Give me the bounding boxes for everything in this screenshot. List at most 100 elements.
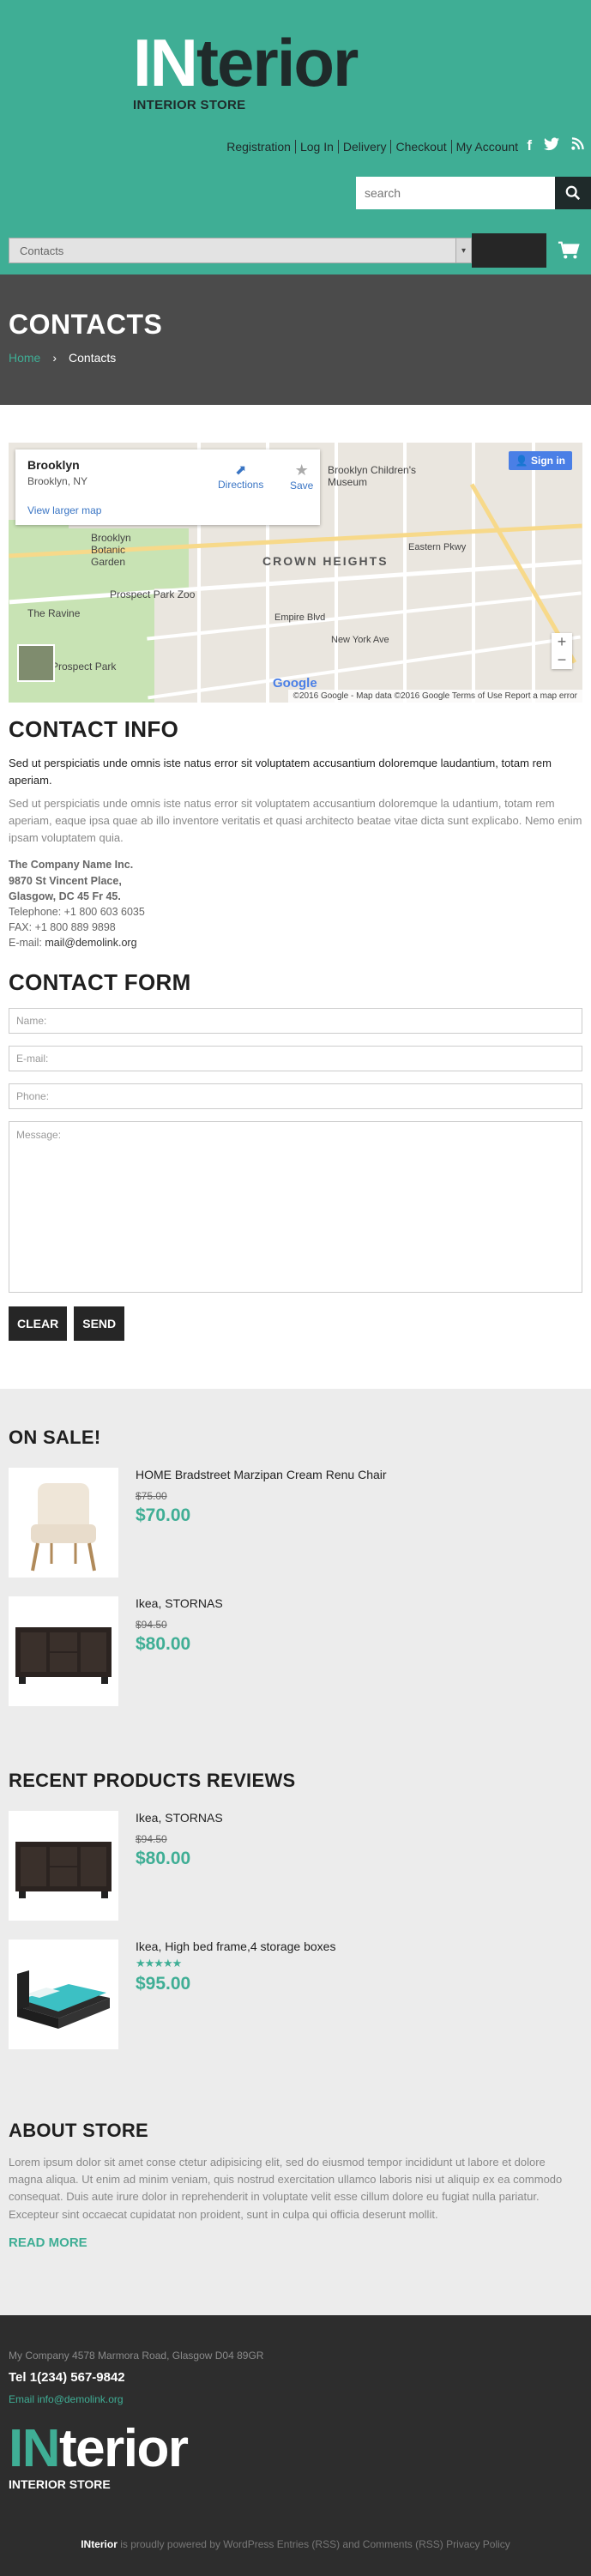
map-place-subtitle: Brooklyn, NY <box>27 475 88 487</box>
contact-form: CONTACT FORM Name: E-mail: Phone: Messag… <box>9 969 582 1342</box>
contact-info-section: CONTACT INFO Sed ut perspiciatis unde om… <box>9 716 582 950</box>
facebook-icon[interactable]: f <box>527 137 532 155</box>
email-field[interactable]: E-mail: <box>9 1046 582 1072</box>
company-fax: FAX: +1 800 889 9898 <box>9 920 116 933</box>
nav-my-account[interactable]: My Account <box>450 140 522 154</box>
clear-button[interactable]: CLEAR <box>9 1306 68 1342</box>
footer-logo-rest: terior <box>59 2419 189 2479</box>
twitter-icon[interactable] <box>544 137 559 155</box>
menu-bar: Contacts ▾ <box>0 233 591 268</box>
top-nav: Registration Log In Delivery Checkout My… <box>222 140 522 154</box>
cabinet-icon <box>15 1842 112 1899</box>
cart-button[interactable] <box>546 233 591 268</box>
product-image[interactable] <box>9 1468 118 1578</box>
zoom-out-button[interactable]: − <box>552 651 572 669</box>
logo-in: IN <box>133 25 198 100</box>
copyright-text[interactable]: is proudly powered by WordPress Entries … <box>118 2538 510 2550</box>
zoom-in-button[interactable]: + <box>552 633 572 651</box>
menu-spacer <box>472 233 546 268</box>
map-place-title: Brooklyn <box>27 458 80 472</box>
product-item[interactable]: HOME Bradstreet Marzipan Cream Renu Chai… <box>9 1468 582 1578</box>
footer-email[interactable]: Email info@demolink.org <box>9 2393 582 2405</box>
product-price: $80.00 <box>136 1849 191 1869</box>
form-buttons: CLEAR SEND <box>9 1306 582 1342</box>
map-info-card: Brooklyn Brooklyn, NY View larger map ⬈ … <box>15 449 320 525</box>
company-email-link[interactable]: mail@demolink.org <box>45 937 136 949</box>
phone-field[interactable]: Phone: <box>9 1083 582 1110</box>
nav-registration[interactable]: Registration <box>222 140 295 154</box>
company-telephone: Telephone: +1 800 603 6035 <box>9 905 145 918</box>
product-image[interactable] <box>9 1811 118 1921</box>
site-logo[interactable]: INterior INTERIOR STORE <box>133 29 359 112</box>
search-icon <box>565 185 581 201</box>
map-road <box>472 443 475 703</box>
breadcrumb-current: Contacts <box>69 351 117 365</box>
company-street: 9870 St Vincent Place, <box>9 874 122 887</box>
map-signin-button[interactable]: 👤 Sign in <box>508 451 572 470</box>
message-field[interactable]: Message: <box>9 1121 582 1294</box>
rss-icon[interactable] <box>571 137 584 155</box>
nav-login[interactable]: Log In <box>294 140 338 154</box>
nav-checkout[interactable]: Checkout <box>390 140 450 154</box>
contact-info-lead: Sed ut perspiciatis unde omnis iste natu… <box>9 757 552 787</box>
google-map[interactable]: Brooklyn Children's Museum Brooklyn Bota… <box>9 443 582 703</box>
map-park <box>154 528 189 588</box>
about-heading: ABOUT STORE <box>9 2120 149 2142</box>
page-title-bar: CONTACTS Home › Contacts <box>0 274 591 405</box>
google-logo: Google <box>273 676 317 691</box>
product-image[interactable] <box>9 1940 118 2050</box>
search-button[interactable] <box>555 177 591 209</box>
product-old-price: $94.50 <box>136 1619 167 1632</box>
menu-select[interactable]: Contacts ▾ <box>9 238 472 263</box>
about-text: Lorem ipsum dolor sit amet conse ctetur … <box>9 2156 563 2221</box>
company-email-label: E-mail: <box>9 937 45 950</box>
satellite-toggle[interactable] <box>17 644 55 682</box>
read-more-link[interactable]: READ MORE <box>9 2235 582 2250</box>
breadcrumb-home[interactable]: Home <box>9 351 40 365</box>
directions-button[interactable]: ⬈ Directions <box>218 462 263 491</box>
about-store: ABOUT STORE Lorem ipsum dolor sit amet c… <box>9 2120 582 2250</box>
product-name[interactable]: HOME Bradstreet Marzipan Cream Renu Chai… <box>136 1468 387 1481</box>
map-label: New York Ave <box>331 635 389 645</box>
map-road <box>532 443 535 703</box>
send-button[interactable]: SEND <box>74 1306 125 1342</box>
map-label: The Ravine <box>27 607 81 619</box>
footer-logo[interactable]: INterior <box>9 2422 582 2476</box>
chevron-down-icon: ▾ <box>455 238 471 262</box>
map-zoom-control: + − <box>552 633 572 669</box>
directions-label: Directions <box>218 479 264 491</box>
review-item[interactable]: Ikea, High bed frame,4 storage boxes ★★★… <box>9 1940 582 2050</box>
site-footer: My Company 4578 Marmora Road, Glasgow D0… <box>0 2315 591 2576</box>
contact-info-text: Sed ut perspiciatis unde omnis iste natu… <box>9 797 582 845</box>
nav-delivery[interactable]: Delivery <box>337 140 391 154</box>
product-price: $70.00 <box>136 1505 191 1526</box>
menu-select-value: Contacts <box>20 244 64 257</box>
footer-address: My Company 4578 Marmora Road, Glasgow D0… <box>9 2350 264 2362</box>
map-label: Brooklyn Children's Museum <box>328 464 417 488</box>
save-place-button[interactable]: ★ Save <box>290 462 313 492</box>
search-bar <box>356 177 591 209</box>
product-old-price: $94.50 <box>136 1833 167 1846</box>
name-field[interactable]: Name: <box>9 1008 582 1035</box>
sidebar-widgets: ON SALE! HOME Bradstreet Marzipan Cream … <box>0 1389 591 2316</box>
search-input[interactable] <box>356 177 555 209</box>
product-image[interactable] <box>9 1596 118 1707</box>
save-label: Save <box>290 480 314 492</box>
logo-rest: terior <box>196 25 359 100</box>
view-larger-map-link[interactable]: View larger map <box>27 504 101 516</box>
map-label: Empire Blvd <box>274 612 326 623</box>
product-name[interactable]: Ikea, STORNAS <box>136 1811 223 1825</box>
review-item[interactable]: Ikea, STORNAS $94.50 $80.00 <box>9 1811 582 1921</box>
footer-logo-in: IN <box>9 2419 61 2479</box>
product-name[interactable]: Ikea, STORNAS <box>136 1596 223 1610</box>
cabinet-icon <box>15 1627 112 1685</box>
map-attribution[interactable]: ©2016 Google - Map data ©2016 Google Ter… <box>287 690 582 703</box>
footer-logo-subtitle: INTERIOR STORE <box>9 2477 111 2492</box>
product-item[interactable]: Ikea, STORNAS $94.50 $80.00 <box>9 1596 582 1707</box>
breadcrumb-separator: › <box>52 351 57 365</box>
bed-icon <box>17 1970 110 2030</box>
product-price: $80.00 <box>136 1634 191 1655</box>
map-label: CROWN HEIGHTS <box>262 554 389 568</box>
product-name[interactable]: Ikea, High bed frame,4 storage boxes <box>136 1940 335 1953</box>
copyright-brand: INterior <box>81 2538 118 2551</box>
